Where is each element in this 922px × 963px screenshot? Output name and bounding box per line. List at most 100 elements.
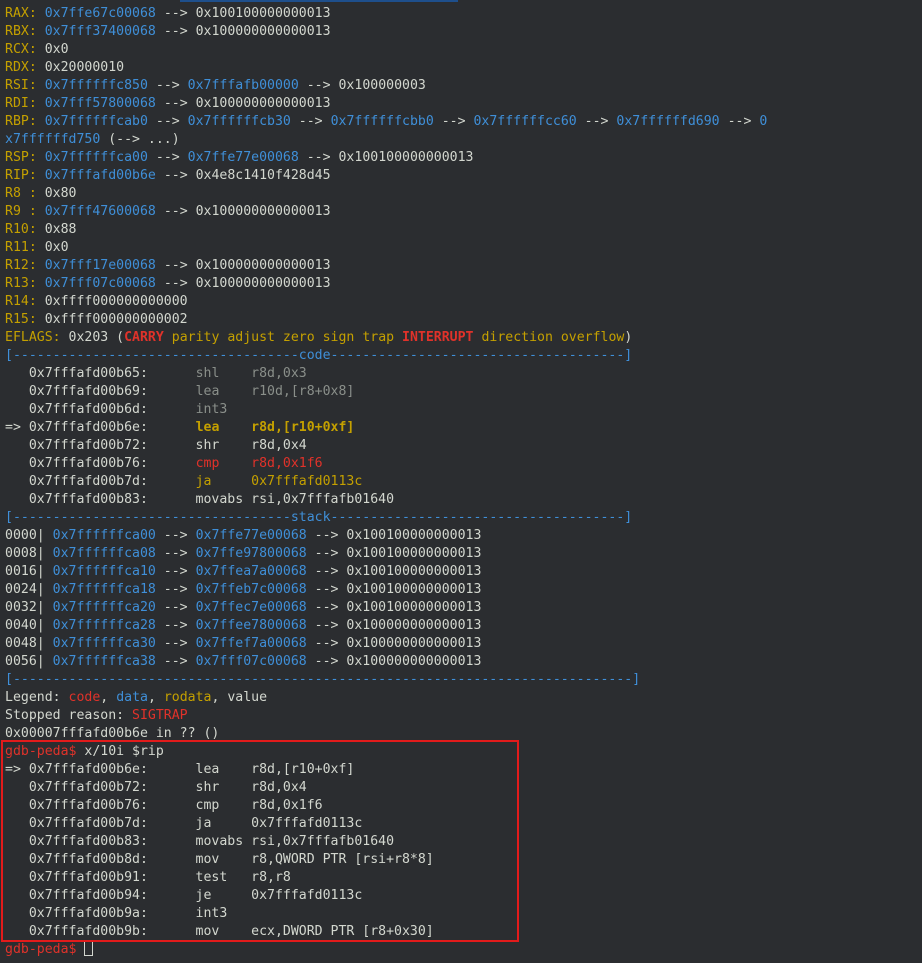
text-segment: parity adjust zero sign trap — [171, 330, 395, 345]
text-segment: --> 0x100000000000013 — [155, 258, 331, 273]
text-cursor — [84, 941, 94, 956]
text-segment: 0x7fffafd00b76: cmp r8d,0x1f6 — [5, 798, 323, 813]
text-segment: --> — [290, 114, 331, 129]
text-segment: 0x7fff37400068 — [44, 24, 156, 39]
text-segment: , value — [211, 690, 268, 705]
text-segment: 0xffff000000000002 — [36, 312, 188, 327]
text-segment: 0x7ffffffca38 — [52, 654, 156, 669]
text-segment: 0x7fffafb00000 — [187, 78, 299, 93]
text-segment: R12: — [5, 258, 37, 273]
text-segment: --> 0x100100000000013 — [306, 528, 482, 543]
text-segment: 0016| — [5, 564, 53, 579]
text-segment: [----------------------------------- — [5, 510, 291, 525]
register-line: RCX: 0x0 — [5, 41, 917, 59]
text-segment: 0048| — [5, 636, 53, 651]
text-segment — [394, 330, 402, 345]
disasm-line: => 0x7fffafd00b6e: lea r8d,[r10+0xf] — [5, 761, 917, 779]
register-line: EFLAGS: 0x203 (CARRY parity adjust zero … — [5, 329, 917, 347]
stack-line: 0032| 0x7ffffffca20 --> 0x7ffec7e00068 -… — [5, 599, 917, 617]
text-segment — [37, 24, 45, 39]
text-segment: 0 — [759, 114, 768, 129]
text-segment: 0x7ffffffca28 — [52, 618, 156, 633]
text-segment: RDX: — [5, 60, 37, 75]
text-segment: 0x7fffafd00b9a: int3 — [5, 906, 228, 921]
register-line: RAX: 0x7ffe67c00068 --> 0x10010000000001… — [5, 5, 917, 23]
text-segment: RIP: — [5, 168, 37, 183]
final-prompt[interactable]: gdb-peda$ — [5, 941, 917, 959]
disasm-line: 0x7fffafd00b91: test r8,r8 — [5, 869, 917, 887]
text-segment: --> 0x100100000000013 — [306, 600, 482, 615]
text-segment: INTERRUPT — [402, 330, 474, 345]
text-segment: code — [298, 348, 331, 363]
register-line: RSP: 0x7ffffffca00 --> 0x7ffe77e00068 --… — [5, 149, 917, 167]
text-segment: R15: — [5, 312, 37, 327]
stack-line: 0040| 0x7ffffffca28 --> 0x7ffee7800068 -… — [5, 617, 917, 635]
register-line: RDX: 0x20000010 — [5, 59, 917, 77]
scroll-highlight — [180, 0, 458, 2]
text-segment: SIGTRAP — [132, 708, 188, 723]
terminal[interactable]: RAX: 0x7ffe67c00068 --> 0x10010000000001… — [5, 5, 917, 959]
text-segment: 0024| — [5, 582, 53, 597]
text-segment: => 0x7fffafd00b6e: — [5, 420, 196, 435]
disasm-line: 0x7fffafd00b72: shr r8d,0x4 — [5, 779, 917, 797]
code-line: 0x7fffafd00b69: lea r10d,[r8+0x8] — [5, 383, 917, 401]
text-segment: 0x7ffffffca30 — [52, 636, 156, 651]
text-segment: int3 — [195, 402, 228, 417]
text-segment: [---------------------------------------… — [5, 672, 641, 687]
text-segment: 0x7fffafd00b9b: mov ecx,DWORD PTR [r8+0x… — [5, 924, 434, 939]
stopped-reason: Stopped reason: SIGTRAP — [5, 707, 917, 725]
text-segment: 0x00007fffafd00b6e in ?? () — [5, 726, 220, 741]
text-segment — [37, 114, 45, 129]
text-segment: --> — [147, 114, 188, 129]
text-segment: 0x7fffafd00b6d: — [5, 402, 196, 417]
text-segment: (--> ...) — [100, 132, 180, 147]
text-segment: 0x88 — [36, 222, 77, 237]
text-segment: 0x7fffafd00b83: movabs rsi,0x7fffafb0164… — [5, 834, 395, 849]
text-segment — [37, 6, 45, 21]
text-segment: 0x7fffafd00b94: je 0x7fffafd0113c — [5, 888, 363, 903]
text-segment: 0x7ffffffcb30 — [187, 114, 291, 129]
text-segment: -------------------------------------] — [330, 510, 633, 525]
disasm-line: 0x7fffafd00b83: movabs rsi,0x7fffafb0164… — [5, 833, 917, 851]
text-segment: 0x7fffafd00b72: shr r8d,0x4 — [5, 438, 307, 453]
text-segment: 0x7ffea7a00068 — [195, 564, 307, 579]
text-segment — [37, 78, 45, 93]
location-line: 0x00007fffafd00b6e in ?? () — [5, 725, 917, 743]
text-segment: --> 0x100000000000013 — [306, 654, 482, 669]
register-line: R8 : 0x80 — [5, 185, 917, 203]
text-segment — [76, 942, 84, 957]
text-segment: --> — [155, 582, 196, 597]
text-segment: 0x7fffafd00b69: — [5, 384, 196, 399]
text-segment: 0x7ffffffcab0 — [44, 114, 148, 129]
code-line: 0x7fffafd00b65: shl r8d,0x3 — [5, 365, 917, 383]
disasm-line: 0x7fffafd00b9a: int3 — [5, 905, 917, 923]
text-segment: gdb-peda$ — [5, 744, 77, 759]
text-segment: --> 0x100000000000013 — [306, 636, 482, 651]
text-segment: RSI: — [5, 78, 37, 93]
text-segment: --> 0x4e8c1410f428d45 — [155, 168, 331, 183]
code-line: 0x7fffafd00b72: shr r8d,0x4 — [5, 437, 917, 455]
stack-line: 0048| 0x7ffffffca30 --> 0x7ffef7a00068 -… — [5, 635, 917, 653]
legend-line: Legend: code, data, rodata, value — [5, 689, 917, 707]
text-segment: R14: — [5, 294, 37, 309]
text-segment — [37, 168, 45, 183]
text-segment: , — [100, 690, 117, 705]
text-segment: --> — [147, 150, 188, 165]
disasm-line: 0x7fffafd00b76: cmp r8d,0x1f6 — [5, 797, 917, 815]
text-segment: R9 : — [5, 204, 37, 219]
text-segment: 0x7fff47600068 — [44, 204, 156, 219]
text-segment — [37, 150, 45, 165]
text-segment: 0x7ffe77e00068 — [187, 150, 299, 165]
text-segment: 0x7fffafd00b7d: — [5, 474, 196, 489]
text-segment: 0x7ffe67c00068 — [44, 6, 156, 21]
text-segment: -------------------------------------] — [330, 348, 633, 363]
code-line: => 0x7fffafd00b6e: lea r8d,[r10+0xf] — [5, 419, 917, 437]
text-segment: ja 0x7fffafd0113c — [195, 474, 363, 489]
register-line: R14: 0xffff000000000000 — [5, 293, 917, 311]
register-line: RSI: 0x7ffffffc850 --> 0x7fffafb00000 --… — [5, 77, 917, 95]
text-segment: CARRY — [124, 330, 164, 345]
text-segment: 0000| — [5, 528, 53, 543]
text-segment: --> — [147, 78, 188, 93]
text-segment: R10: — [5, 222, 37, 237]
code-header: [------------------------------------cod… — [5, 347, 917, 365]
